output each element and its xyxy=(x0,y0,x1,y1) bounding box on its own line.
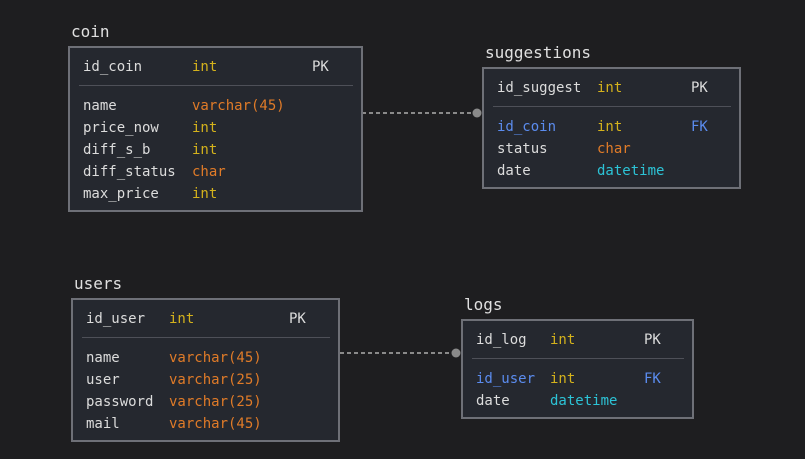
table-row: price_now int xyxy=(70,118,361,138)
table-coin[interactable]: id_coin int PK name varchar(45) price_no… xyxy=(68,46,363,212)
table-row: max_price int xyxy=(70,184,361,204)
field-type: int xyxy=(192,142,218,158)
table-row: diff_status char xyxy=(70,162,361,182)
field-type: char xyxy=(597,141,631,157)
field-type: varchar(45) xyxy=(169,416,262,432)
field-type: varchar(25) xyxy=(169,372,262,388)
field-type: int xyxy=(169,311,195,327)
field-type: int xyxy=(192,59,218,75)
field-type: int xyxy=(597,80,623,96)
table-title-logs: logs xyxy=(464,295,503,314)
field-name: price_now xyxy=(83,120,159,136)
table-row: name varchar(45) xyxy=(73,348,338,368)
field-name: mail xyxy=(86,416,120,432)
field-name: date xyxy=(476,393,510,409)
table-row: name varchar(45) xyxy=(70,96,361,116)
table-row: id_user int FK xyxy=(463,369,692,389)
fk-badge: FK xyxy=(644,371,661,387)
table-divider xyxy=(472,358,684,359)
field-type: datetime xyxy=(597,163,665,179)
field-name: max_price xyxy=(83,186,159,202)
field-type: datetime xyxy=(550,393,618,409)
field-name: id_user xyxy=(86,311,146,327)
table-row-pk: id_coin int PK xyxy=(70,57,361,77)
field-name: diff_s_b xyxy=(83,142,151,158)
table-row: user varchar(25) xyxy=(73,370,338,390)
table-row: diff_s_b int xyxy=(70,140,361,160)
table-row: mail varchar(45) xyxy=(73,414,338,434)
field-name: password xyxy=(86,394,154,410)
connector-end-dot xyxy=(472,108,482,118)
pk-badge: PK xyxy=(289,311,306,327)
table-divider xyxy=(493,106,731,107)
field-type: varchar(25) xyxy=(169,394,262,410)
field-type: int xyxy=(550,332,576,348)
field-name: status xyxy=(497,141,548,157)
field-name: user xyxy=(86,372,120,388)
table-divider xyxy=(82,337,330,338)
field-name: id_coin xyxy=(83,59,143,75)
field-name: name xyxy=(86,350,120,366)
field-name: id_log xyxy=(476,332,527,348)
field-type: int xyxy=(550,371,576,387)
field-name: date xyxy=(497,163,531,179)
field-type: int xyxy=(597,119,623,135)
table-logs[interactable]: id_log int PK id_user int FK date dateti… xyxy=(461,319,694,419)
field-type: int xyxy=(192,186,218,202)
pk-badge: PK xyxy=(644,332,661,348)
field-type: varchar(45) xyxy=(192,98,285,114)
table-users[interactable]: id_user int PK name varchar(45) user var… xyxy=(71,298,340,442)
pk-badge: PK xyxy=(312,59,329,75)
connector-end-dot xyxy=(451,348,461,358)
pk-badge: PK xyxy=(691,80,708,96)
fk-badge: FK xyxy=(691,119,708,135)
table-row: id_coin int FK xyxy=(484,117,739,137)
field-name: id_user xyxy=(476,371,536,387)
table-row: status char xyxy=(484,139,739,159)
table-row-pk: id_log int PK xyxy=(463,330,692,350)
table-suggestions[interactable]: id_suggest int PK id_coin int FK status … xyxy=(482,67,741,189)
field-name: id_coin xyxy=(497,119,557,135)
table-row: password varchar(25) xyxy=(73,392,338,412)
field-name: diff_status xyxy=(83,164,176,180)
table-row-pk: id_suggest int PK xyxy=(484,78,739,98)
field-name: id_suggest xyxy=(497,80,582,96)
table-divider xyxy=(79,85,353,86)
table-row: date datetime xyxy=(484,161,739,181)
table-row: date datetime xyxy=(463,391,692,411)
field-type: int xyxy=(192,120,218,136)
table-title-users: users xyxy=(74,274,123,293)
field-type: char xyxy=(192,164,226,180)
table-row-pk: id_user int PK xyxy=(73,309,338,329)
table-title-coin: coin xyxy=(71,22,110,41)
field-type: varchar(45) xyxy=(169,350,262,366)
field-name: name xyxy=(83,98,117,114)
table-title-suggestions: suggestions xyxy=(485,43,591,62)
